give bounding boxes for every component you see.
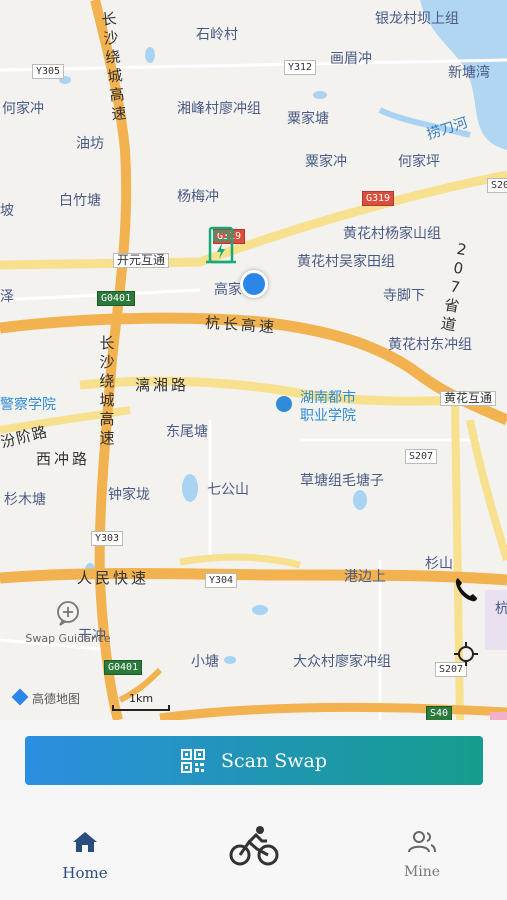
interchange-label: 开元互通	[113, 253, 170, 268]
tab-mine-label: Mine	[403, 864, 441, 880]
poi-label: 职业学院	[300, 408, 356, 424]
place-label: 画眉冲	[330, 51, 372, 67]
place-label: 黄花村杨家山组	[343, 226, 441, 242]
road-shield: G0401	[97, 291, 136, 306]
poi-label: 湖南都市	[300, 390, 356, 406]
qr-code-icon	[180, 748, 205, 773]
road-shield: G319	[362, 191, 395, 206]
place-label: 泽	[0, 289, 14, 305]
road-shield: S40	[426, 706, 453, 720]
scan-swap-label: Scan Swap	[220, 749, 328, 772]
place-label: 何家坪	[398, 154, 440, 170]
road-shield: G0401	[104, 660, 143, 675]
phone-icon[interactable]	[452, 575, 480, 603]
road-shield: Y304	[205, 573, 238, 588]
place-label: 油坊	[76, 136, 104, 152]
swap-guidance-label: Swap Guidance	[25, 632, 111, 645]
road-shield: Y305	[32, 64, 65, 79]
place-label: 坡	[0, 203, 14, 219]
tab-home-label: Home	[62, 864, 108, 882]
scale-bar	[112, 705, 170, 711]
place-label: 湘峰村廖冲组	[177, 101, 261, 117]
tab-mine[interactable]: Mine	[372, 830, 472, 880]
place-label: 杉木塘	[4, 492, 46, 508]
road-label: 长沙绕城高速	[99, 334, 115, 447]
place-label: 石岭村	[196, 27, 238, 43]
road-shield: Y312	[284, 60, 317, 75]
road-shield: S207	[405, 449, 438, 464]
tab-ride[interactable]	[204, 824, 304, 878]
place-label: 港边上	[344, 569, 386, 585]
scale-label: 1km	[128, 692, 154, 705]
poi-label: 警察学院	[0, 397, 56, 413]
place-label: 何家冲	[2, 101, 44, 117]
bottom-tab-bar: Home Mine	[0, 800, 507, 900]
place-label: 黄花村吴家田组	[297, 254, 395, 270]
swap-guidance-button[interactable]: Swap Guidance	[18, 600, 118, 645]
scan-swap-button[interactable]: Scan Swap	[25, 736, 483, 785]
place-label: 寺脚下	[383, 288, 425, 304]
school-icon[interactable]	[276, 396, 292, 412]
place-label: 银龙村坝上组	[375, 11, 459, 27]
tab-home[interactable]: Home	[35, 830, 135, 882]
place-label: 小塘	[191, 654, 219, 670]
place-label: 粟家冲	[305, 154, 347, 170]
place-label: 杨梅冲	[177, 189, 219, 205]
place-label: 东尾塘	[166, 424, 208, 440]
road-shield: S20	[487, 178, 507, 193]
road-label: 西冲路	[36, 450, 91, 468]
place-label: 粟家塘	[287, 111, 329, 127]
map-scale: 1km	[112, 692, 170, 711]
charging-station-icon[interactable]	[206, 226, 236, 264]
place-label: 高家	[214, 282, 242, 298]
place-label: 白竹塘	[59, 193, 101, 209]
road-label: 人民快速	[77, 569, 150, 587]
users-icon	[408, 831, 436, 853]
location-plus-icon	[57, 601, 79, 626]
map-view[interactable]: 银龙村坝上组 石岭村 画眉冲 新塘湾 何家冲 湘峰村廖冲组 粟家塘 捞刀河 油坊…	[0, 0, 507, 720]
place-label: 杭	[495, 601, 507, 617]
place-label: 钟家垅	[108, 487, 150, 503]
place-label: 杉山	[425, 556, 453, 572]
current-location-marker	[240, 270, 268, 298]
road-label: 漓湘路	[135, 376, 190, 394]
interchange-label: 黄花互通	[440, 391, 497, 406]
locate-me-icon[interactable]	[452, 640, 480, 668]
map-attribution: 高德地图	[11, 688, 80, 707]
place-label: 七公山	[207, 482, 249, 498]
place-label: 新塘湾	[448, 65, 490, 81]
bicycle-icon	[229, 826, 279, 866]
place-label: 草塘组毛塘子	[300, 473, 384, 489]
place-label: 大众村廖家冲组	[293, 654, 391, 670]
home-icon	[73, 832, 97, 852]
road-shield: Y303	[91, 531, 124, 546]
amap-logo-icon	[11, 688, 29, 706]
place-label: 黄花村东冲组	[388, 337, 472, 353]
